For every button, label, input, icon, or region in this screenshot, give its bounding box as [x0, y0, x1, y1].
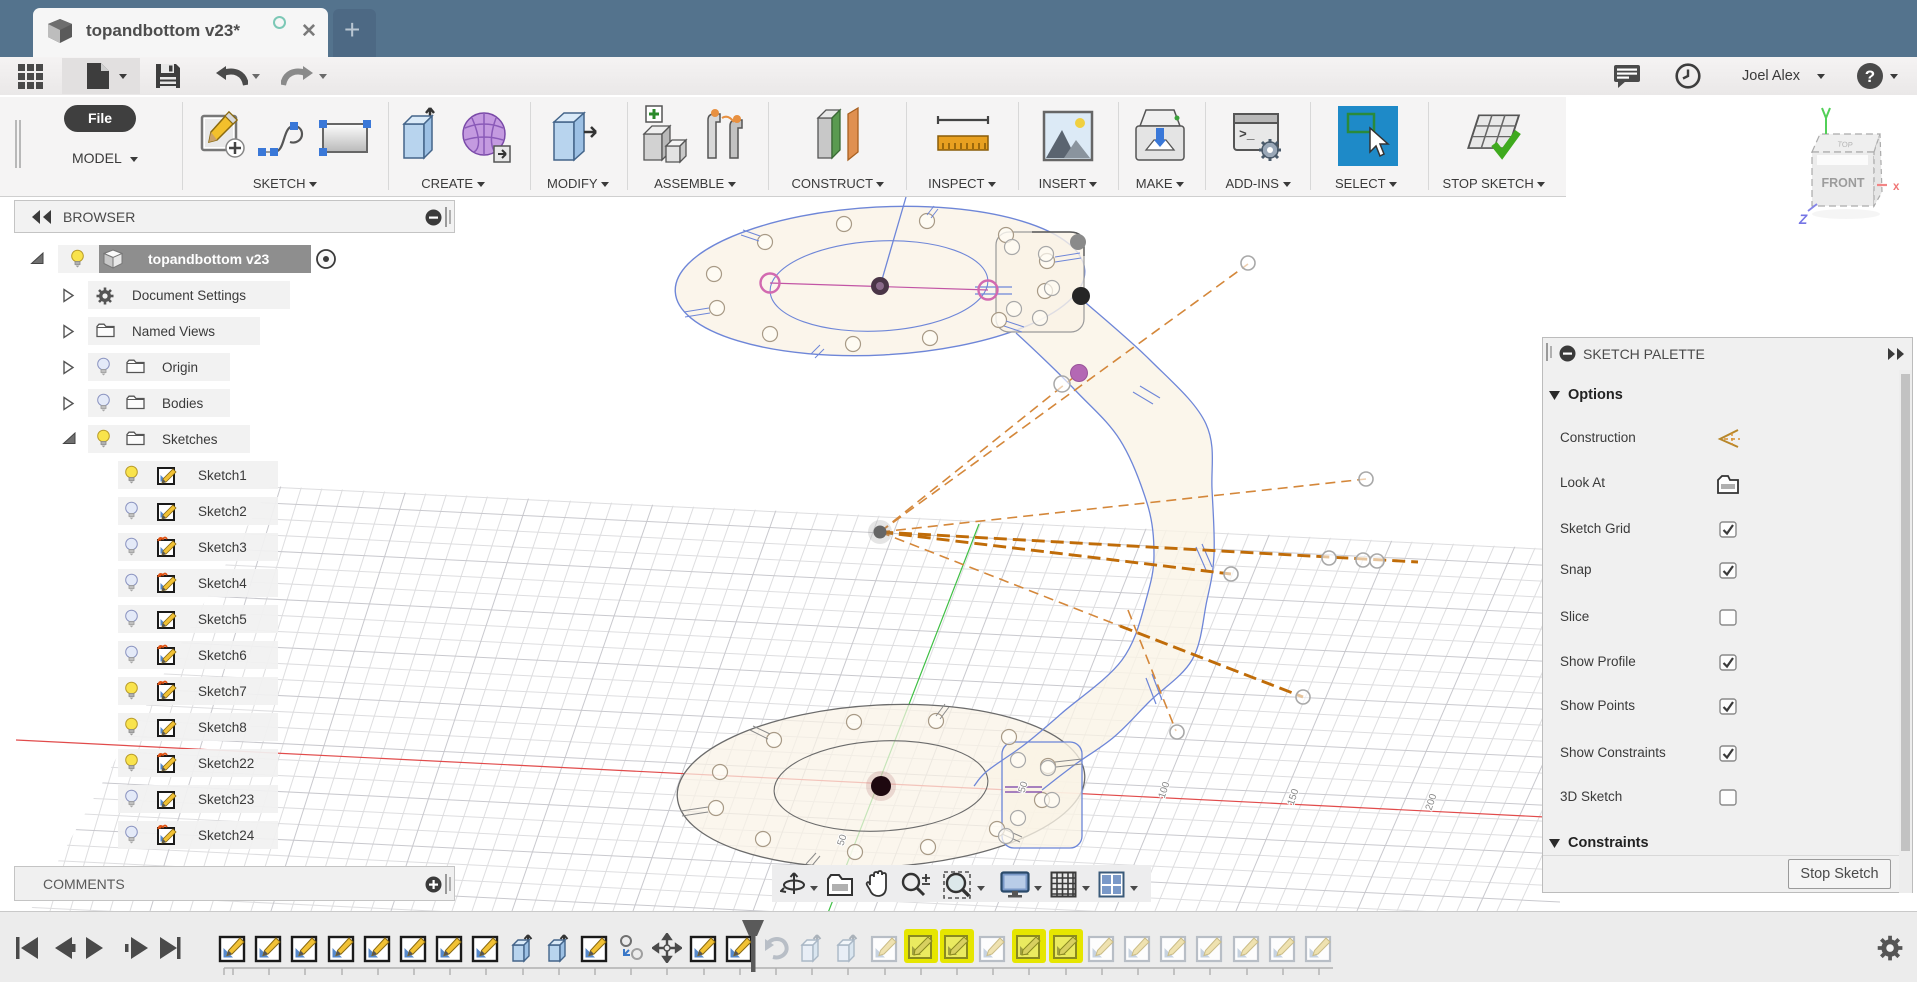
svg-text:FRONT: FRONT — [1821, 176, 1864, 190]
svg-text:>_: >_ — [1239, 127, 1255, 142]
svg-text:x: x — [1893, 181, 1900, 193]
svg-text:Z: Z — [1798, 212, 1808, 227]
svg-text:TOP: TOP — [1837, 139, 1853, 149]
svg-text:?: ? — [1865, 67, 1875, 86]
